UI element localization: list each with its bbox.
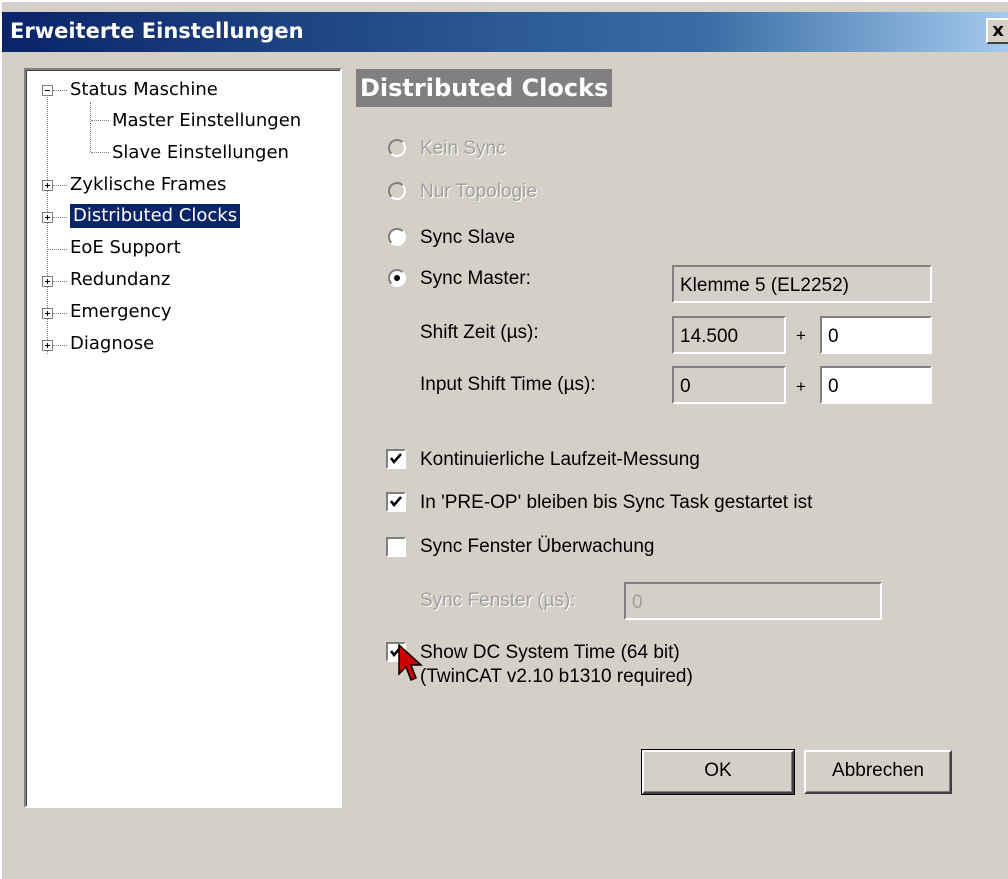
checkbox-laufzeit-messung[interactable] [386,449,406,469]
radio-nur-topologie[interactable] [388,182,406,200]
sync-master-field[interactable]: Klemme 5 (EL2252) [672,265,932,303]
expand-icon[interactable] [42,340,53,351]
input-shift-time-label: Input Shift Time (µs): [420,374,596,395]
expand-icon[interactable] [42,180,53,191]
radio-kein-sync[interactable] [388,139,406,157]
radio-label-nur-topologie: Nur Topologie [420,181,537,202]
checkmark-icon [390,496,402,507]
tree-line [53,217,67,218]
shift-time-offset-input[interactable]: 0 [820,316,932,354]
checkbox-label-show-dc: Show DC System Time (64 bit) [420,642,680,663]
show-dc-note: (TwinCAT v2.10 b1310 required) [420,666,693,687]
tree-line [53,185,67,186]
checkbox-sync-fenster[interactable] [386,537,406,557]
tree-item-emergency[interactable]: Emergency [70,300,172,324]
radio-label-sync-slave: Sync Slave [420,227,516,248]
radio-sync-slave[interactable] [388,228,406,246]
tree-item-redundanz[interactable]: Redundanz [70,268,170,292]
tree-item-slave-einstellungen[interactable]: Slave Einstellungen [112,141,289,165]
collapse-icon[interactable] [42,85,53,96]
tree-line [53,90,67,91]
input-shift-time-field[interactable]: 0 [672,366,786,404]
ok-button[interactable]: OK [641,749,795,795]
tree-item-distributed-clocks[interactable]: Distributed Clocks [70,204,241,228]
tree-item-diagnose[interactable]: Diagnose [70,332,154,356]
expand-icon[interactable] [42,308,53,319]
mouse-cursor-icon [398,644,423,681]
tree-line [53,345,67,346]
settings-tree[interactable]: Status Maschine Master Einstellungen Sla… [24,68,342,808]
tree-line [47,249,67,250]
tree-line [90,102,91,152]
expand-icon[interactable] [42,212,53,223]
dialog-window: Erweiterte Einstellungen x Status Maschi… [0,0,1008,879]
checkmark-icon [390,453,402,464]
shift-time-plus: + [796,326,806,345]
sync-window-field[interactable]: 0 [624,582,882,620]
tree-line [91,152,109,153]
tree-item-eoe-support[interactable]: EoE Support [70,236,181,260]
checkbox-label-laufzeit-messung: Kontinuierliche Laufzeit-Messung [420,449,700,470]
expand-icon[interactable] [42,276,53,287]
checkbox-label-pre-op: In 'PRE-OP' bleiben bis Sync Task gestar… [420,492,813,513]
radio-sync-master[interactable] [388,269,406,287]
radio-selected-dot [394,275,400,281]
radio-label-sync-master: Sync Master: [420,268,531,289]
tree-item-master-einstellungen[interactable]: Master Einstellungen [112,109,301,133]
checkbox-label-sync-fenster: Sync Fenster Überwachung [420,536,655,557]
window-title: Erweiterte Einstellungen [10,19,304,43]
title-bar[interactable]: Erweiterte Einstellungen x [2,12,1008,52]
shift-time-label: Shift Zeit (µs): [420,322,539,343]
tree-line [91,120,109,121]
tree-line [53,313,67,314]
panel-title: Distributed Clocks [356,69,613,107]
tree-item-zyklische-frames[interactable]: Zyklische Frames [70,173,226,197]
input-shift-time-plus: + [796,377,806,396]
sync-window-label: Sync Fenster (µs): [420,590,576,611]
cancel-button[interactable]: Abbrechen [804,750,952,794]
checkbox-pre-op[interactable] [386,492,406,512]
tree-item-status-maschine[interactable]: Status Maschine [70,78,218,102]
shift-time-field[interactable]: 14.500 [672,316,786,354]
close-button[interactable]: x [986,18,1008,44]
tree-line [53,281,67,282]
close-icon: x [992,20,1004,41]
input-shift-time-offset-input[interactable]: 0 [820,366,932,404]
radio-label-kein-sync: Kein Sync [420,138,506,159]
